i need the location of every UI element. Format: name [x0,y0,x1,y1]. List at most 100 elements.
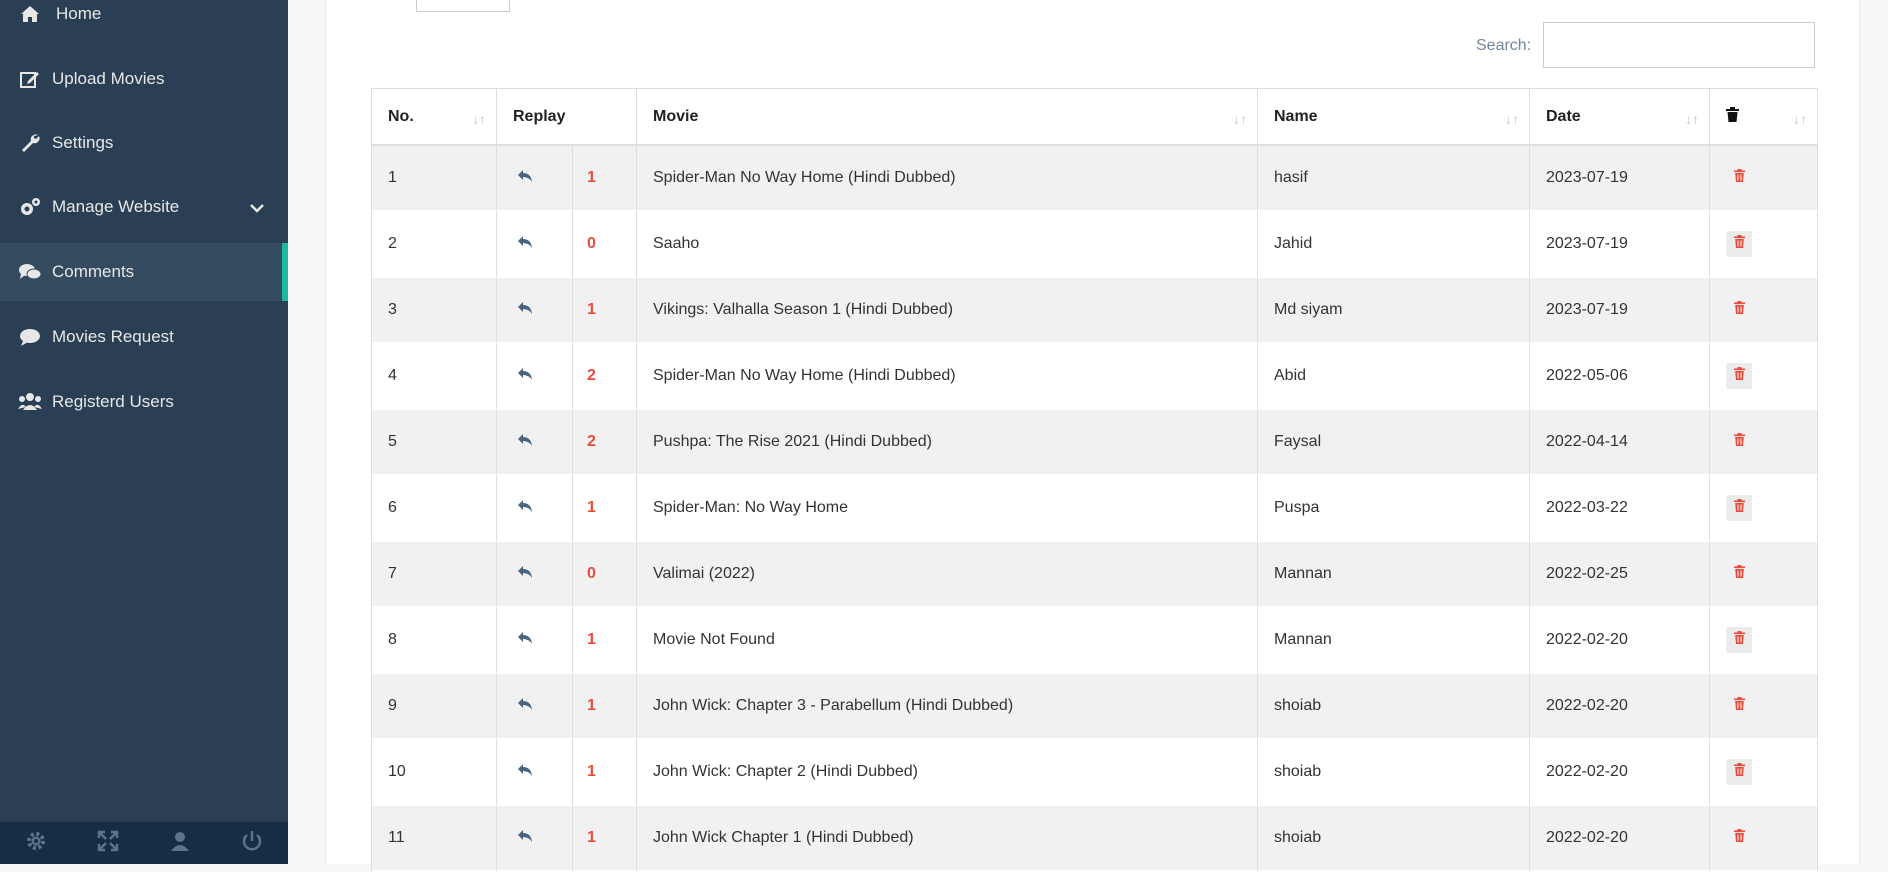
logout-button[interactable] [216,822,288,864]
comments-panel: Search: No. ↓↑ Replay Movie ↓↑ Name ↓↑ Date… [325,0,1860,872]
reply-button[interactable] [497,476,573,542]
reply-button[interactable] [497,674,573,740]
table-body: 1 1 Spider-Man No Way Home (Hindi Dubbed) h… [371,146,1818,872]
delete-button[interactable] [1726,429,1752,455]
sidebar: Home Upload Movies Settings Manage Websi… [0,0,288,864]
cell-movie: Valimai (2022) [637,542,1258,608]
cell-delete [1710,146,1818,212]
gears-icon [18,195,42,219]
settings-button[interactable] [0,822,72,864]
reply-button[interactable] [497,344,573,410]
reply-icon [517,367,533,385]
table-row: 7 0 Valimai (2022) Mannan 2022-02-25 [371,542,1818,608]
delete-button[interactable] [1726,495,1752,521]
sidebar-item-label: Comments [52,262,135,281]
sidebar-item-label: Movies Request [52,327,174,346]
sidebar-item-home[interactable]: Home [0,0,288,43]
cell-date: 2022-02-20 [1530,608,1710,674]
delete-button[interactable] [1726,297,1752,323]
cell-name: hasif [1258,146,1530,212]
reply-button[interactable] [497,278,573,344]
delete-button[interactable] [1726,627,1752,653]
sidebar-item-manage-website[interactable]: Manage Website [0,178,288,236]
home-icon [18,2,42,26]
reply-icon [517,235,533,253]
cell-delete [1710,212,1818,278]
sidebar-item-upload-movies[interactable]: Upload Movies [0,50,288,108]
cell-no: 6 [371,476,497,542]
table-row: 11 1 John Wick Chapter 1 (Hindi Dubbed) sho… [371,806,1818,872]
cell-name: Jahid [1258,212,1530,278]
cell-no: 3 [371,278,497,344]
sidebar-item-label: Settings [52,133,114,152]
cell-movie: John Wick Chapter 1 (Hindi Dubbed) [637,806,1258,872]
cell-no: 4 [371,344,497,410]
reply-icon [517,697,533,715]
cell-movie: Pushpa: The Rise 2021 (Hindi Dubbed) [637,410,1258,476]
cell-movie: Vikings: Valhalla Season 1 (Hindi Dubbed… [637,278,1258,344]
comments-icon [18,260,42,284]
reply-button[interactable] [497,542,573,608]
delete-button[interactable] [1726,165,1752,191]
reply-button[interactable] [497,212,573,278]
cell-delete [1710,542,1818,608]
sidebar-item-label: Upload Movies [52,69,165,88]
column-header-delete[interactable]: ↓↑ [1710,88,1818,146]
cell-movie: Spider-Man: No Way Home [637,476,1258,542]
cell-date: 2022-02-20 [1530,806,1710,872]
trash-icon [1726,106,1739,126]
cell-reply-count: 0 [573,212,637,278]
delete-button[interactable] [1726,759,1752,785]
column-header-movie[interactable]: Movie ↓↑ [637,88,1258,146]
column-header-no[interactable]: No. ↓↑ [371,88,497,146]
user-icon [169,830,191,857]
cell-delete [1710,410,1818,476]
column-header-name[interactable]: Name ↓↑ [1258,88,1530,146]
reply-button[interactable] [497,608,573,674]
cell-no: 10 [371,740,497,806]
user-button[interactable] [144,822,216,864]
sidebar-item-comments[interactable]: Comments [0,243,288,301]
sort-icon: ↓↑ [1685,111,1699,127]
delete-button[interactable] [1726,693,1752,719]
cell-reply-count: 1 [573,740,637,806]
cell-movie: Saaho [637,212,1258,278]
delete-button[interactable] [1726,363,1752,389]
sidebar-item-settings[interactable]: Settings [0,114,288,172]
sidebar-item-registerd-users[interactable]: Registerd Users [0,373,288,431]
delete-button[interactable] [1726,231,1752,257]
cell-name: Mannan [1258,608,1530,674]
chevron-down-icon[interactable] [250,198,264,218]
trash-icon [1733,301,1745,319]
cell-date: 2022-02-20 [1530,740,1710,806]
reply-button[interactable] [497,146,573,212]
delete-button[interactable] [1726,561,1752,587]
cell-reply-count: 2 [573,344,637,410]
table-row: 2 0 Saaho Jahid 2023-07-19 [371,212,1818,278]
column-header-date[interactable]: Date ↓↑ [1530,88,1710,146]
search-input[interactable] [1543,22,1815,68]
cell-no: 1 [371,146,497,212]
cell-reply-count: 1 [573,146,637,212]
cell-no: 5 [371,410,497,476]
power-icon [241,830,263,857]
reply-button[interactable] [497,410,573,476]
fullscreen-button[interactable] [72,822,144,864]
sidebar-item-movies-request[interactable]: Movies Request [0,308,288,366]
entries-length-select[interactable] [416,0,510,12]
wrench-icon [18,131,42,155]
reply-icon [517,829,533,847]
cell-date: 2022-04-14 [1530,410,1710,476]
delete-button[interactable] [1726,825,1752,851]
cell-delete [1710,674,1818,740]
cell-delete [1710,806,1818,872]
reply-button[interactable] [497,740,573,806]
table-row: 9 1 John Wick: Chapter 3 - Parabellum (Hin… [371,674,1818,740]
reply-button[interactable] [497,806,573,872]
trash-icon [1733,433,1745,451]
cell-date: 2023-07-19 [1530,278,1710,344]
cell-movie: Movie Not Found [637,608,1258,674]
sort-icon: ↓↑ [1505,111,1519,127]
column-header-replay: Replay [497,88,637,146]
cell-date: 2022-03-22 [1530,476,1710,542]
